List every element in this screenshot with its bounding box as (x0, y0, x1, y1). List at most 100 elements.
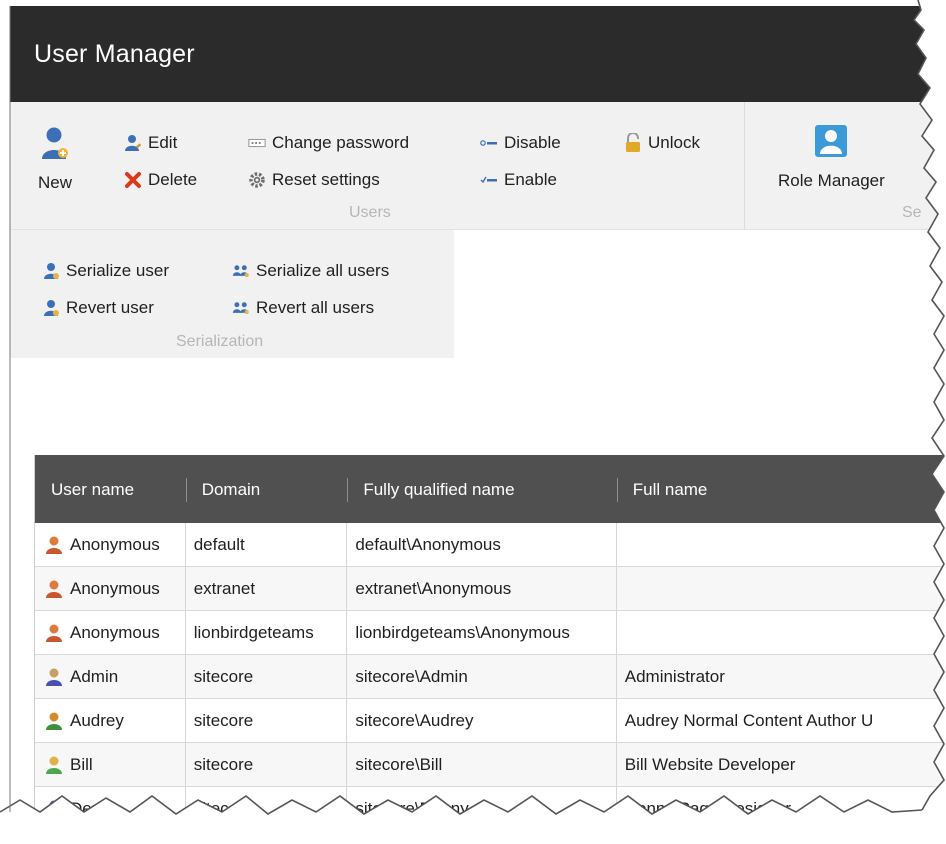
fully-qualified-name-cell: lionbirdgeteams\Anonymous (347, 611, 617, 655)
domain-cell: default (186, 523, 348, 567)
admin-user-icon (45, 667, 63, 687)
fully-qualified-name-cell: sitecore\Admin (347, 655, 617, 699)
green-user-icon (45, 755, 63, 775)
full-name-cell-text: Audrey Normal Content Author U (624, 711, 874, 730)
grid-body: Anonymous default default\Anonymous Anonymo… (35, 523, 946, 831)
title-bar: User Manager (10, 6, 946, 102)
domain-cell-text: lionbirdgeteams (193, 623, 314, 642)
delete-user-label: Delete (148, 170, 198, 189)
user-name-cell-text: Denny (70, 799, 120, 818)
full-name-cell: Administrator (617, 655, 946, 699)
anonymous-user-icon (45, 623, 63, 643)
reset-settings-button[interactable]: Reset settings (248, 170, 380, 190)
ribbon-group-divider (744, 102, 745, 230)
enable-user-button[interactable]: Enable (480, 170, 557, 190)
domain-cell: sitecore (186, 655, 348, 699)
edit-user-icon (124, 134, 142, 152)
user-name-cell-text: Anonymous (70, 579, 160, 598)
table-row[interactable]: Anonymous default default\Anonymous (35, 523, 946, 567)
disable-user-button[interactable]: Disable (480, 133, 561, 153)
serialize-user-button[interactable]: Serialize user (42, 261, 169, 281)
column-header-fully-qualified-name[interactable]: Fully qualified name (347, 455, 616, 523)
revert-all-users-label: Revert all users (256, 298, 375, 317)
grid-header: User name Domain Fully qualified name Fu… (35, 455, 946, 523)
domain-cell: lionbirdgeteams (186, 611, 348, 655)
domain-cell-text: sitecore (193, 799, 254, 818)
users-grid: User name Domain Fully qualified name Fu… (34, 455, 946, 831)
delete-icon (124, 171, 142, 189)
user-name-cell-text: Anonymous (70, 535, 160, 554)
table-row[interactable]: Bill sitecore sitecore\Bill Bill Website De… (35, 743, 946, 787)
user-name-cell-text: Admin (70, 667, 119, 686)
full-name-cell (617, 567, 946, 611)
user-name-cell: Denny (35, 787, 186, 831)
role-manager-icon (814, 124, 848, 163)
password-field-icon (248, 134, 266, 152)
anonymous-user-icon (45, 579, 63, 599)
table-row[interactable]: Denny sitecore sitecore\Denny Denny Page De… (35, 787, 946, 831)
column-header-domain[interactable]: Domain (185, 455, 348, 523)
user-name-cell: Audrey (35, 699, 186, 743)
change-password-button[interactable]: Change password (248, 133, 409, 153)
full-name-cell: Bill Website Developer (617, 743, 946, 787)
fully-qualified-name-cell-text: sitecore\Audrey (355, 711, 474, 730)
user-manager-window: User Manager New Edit Delete Change pass… (0, 0, 946, 844)
delete-user-button[interactable]: Delete (124, 170, 197, 190)
full-name-cell-text: Bill Website Developer (624, 755, 796, 774)
full-name-cell: Audrey Normal Content Author U (617, 699, 946, 743)
fully-qualified-name-cell-text: lionbirdgeteams\Anonymous (355, 623, 570, 642)
edit-user-label: Edit (148, 133, 178, 152)
disable-icon (480, 134, 498, 152)
revert-user-button[interactable]: Revert user (42, 298, 154, 318)
table-row[interactable]: Anonymous extranet extranet\Anonymous (35, 567, 946, 611)
new-user-icon (41, 126, 69, 167)
fully-qualified-name-cell-text: sitecore\Denny (355, 799, 469, 818)
gear-icon (248, 171, 266, 189)
unlock-user-button[interactable]: Unlock (624, 133, 700, 153)
enable-user-label: Enable (504, 170, 557, 189)
domain-cell: sitecore (186, 743, 348, 787)
fully-qualified-name-cell: sitecore\Denny (347, 787, 617, 831)
fully-qualified-name-cell: extranet\Anonymous (347, 567, 617, 611)
domain-cell: sitecore (186, 699, 348, 743)
user-name-cell-text: Bill (70, 755, 93, 774)
user-name-cell: Anonymous (35, 567, 186, 611)
fully-qualified-name-cell: default\Anonymous (347, 523, 617, 567)
domain-cell: sitecore (186, 787, 348, 831)
security-group-label: Se (902, 204, 922, 221)
role-manager-button[interactable]: Role Manager (778, 124, 885, 191)
serialize-all-users-label: Serialize all users (256, 261, 390, 280)
user-name-cell-text: Anonymous (70, 623, 160, 642)
table-row[interactable]: Anonymous lionbirdgeteams lionbirdgeteams\… (35, 611, 946, 655)
full-name-cell-text: Administrator (624, 667, 725, 686)
disable-user-label: Disable (504, 133, 561, 152)
column-header-user-name[interactable]: User name (35, 455, 186, 523)
domain-cell-text: sitecore (193, 667, 254, 686)
revert-all-users-button[interactable]: Revert all users (232, 298, 374, 318)
female-user-icon (45, 711, 63, 731)
serialize-all-users-button[interactable]: Serialize all users (232, 261, 389, 281)
users-group-label: Users (349, 204, 391, 221)
fully-qualified-name-cell-text: extranet\Anonymous (355, 579, 512, 598)
column-header-full-name[interactable]: Full name (616, 455, 946, 523)
domain-cell-text: default (193, 535, 245, 554)
revert-user-icon (42, 299, 60, 317)
new-user-button[interactable]: New (38, 126, 72, 193)
user-name-cell: Admin (35, 655, 186, 699)
serialize-user-icon (42, 262, 60, 280)
full-name-cell (617, 523, 946, 567)
full-name-cell (617, 611, 946, 655)
app-title: User Manager (34, 40, 195, 68)
edit-user-button[interactable]: Edit (124, 133, 177, 153)
table-row[interactable]: Audrey sitecore sitecore\Audrey Audrey Norm… (35, 699, 946, 743)
fully-qualified-name-cell-text: sitecore\Bill (355, 755, 443, 774)
user-name-cell: Anonymous (35, 523, 186, 567)
user-name-cell-text: Audrey (70, 711, 124, 730)
table-row[interactable]: Admin sitecore sitecore\Admin Administrator (35, 655, 946, 699)
fully-qualified-name-cell: sitecore\Audrey (347, 699, 617, 743)
enable-icon (480, 171, 498, 189)
change-password-label: Change password (272, 133, 410, 152)
role-manager-label: Role Manager (778, 171, 885, 190)
anonymous-user-icon (45, 535, 63, 555)
domain-cell-text: extranet (193, 579, 256, 598)
